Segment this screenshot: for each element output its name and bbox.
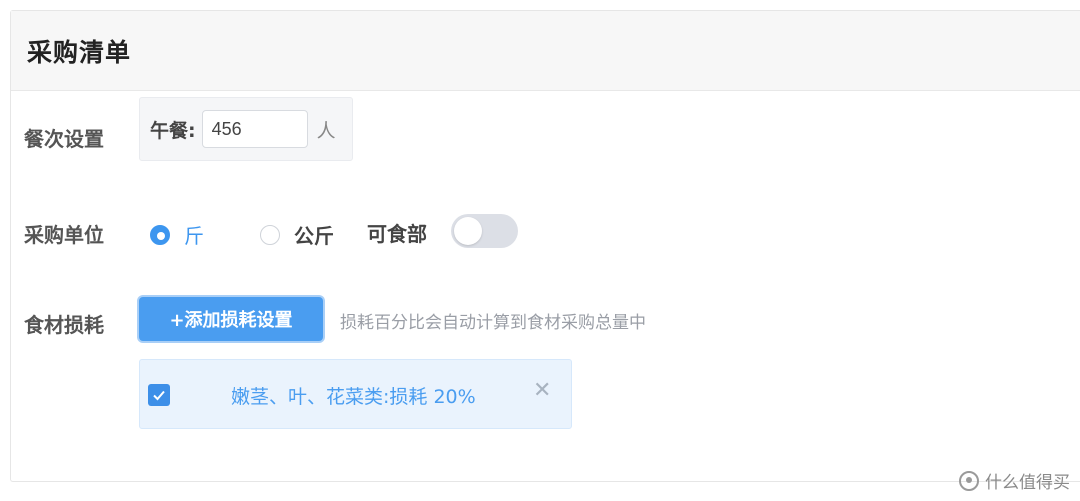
purchase-unit-label: 采购单位 — [24, 223, 104, 247]
edible-part-toggle[interactable] — [451, 214, 518, 248]
food-loss-label: 食材损耗 — [24, 313, 104, 337]
watermark-text: 什么值得买 — [985, 473, 1070, 493]
radio-gongjin-label: 公斤 — [294, 224, 334, 248]
radio-unchecked-icon — [260, 224, 280, 245]
radio-checked-icon — [150, 224, 170, 245]
loss-item-text: 嫩茎、叶、花菜类:损耗 20% — [231, 386, 476, 408]
radio-gongjin[interactable]: 公斤 — [260, 220, 334, 249]
meal-settings-label: 餐次设置 — [24, 127, 104, 151]
meal-name-label: 午餐: — [150, 119, 196, 142]
card-title: 采购清单 — [27, 37, 132, 67]
lunch-count-input[interactable] — [201, 110, 308, 148]
loss-hint-text: 损耗百分比会自动计算到食材采购总量中 — [340, 313, 646, 333]
card-header: 采购清单 — [11, 11, 1080, 91]
check-icon — [153, 390, 165, 401]
radio-jin[interactable]: 斤 — [150, 220, 204, 249]
toggle-knob — [454, 217, 482, 245]
people-unit-label: 人 — [316, 119, 336, 142]
loss-item: 嫩茎、叶、花菜类:损耗 20% ✕ — [139, 359, 572, 429]
meal-settings-box: 午餐: 人 — [139, 97, 353, 161]
loss-item-checkbox[interactable] — [148, 384, 170, 406]
watermark-logo-icon — [959, 470, 979, 491]
close-icon[interactable]: ✕ — [533, 380, 551, 402]
add-loss-setting-button[interactable]: +添加损耗设置 — [139, 297, 323, 341]
watermark: 什么值得买 — [959, 468, 1070, 493]
radio-jin-label: 斤 — [184, 224, 204, 248]
edible-part-label: 可食部 — [367, 222, 427, 246]
